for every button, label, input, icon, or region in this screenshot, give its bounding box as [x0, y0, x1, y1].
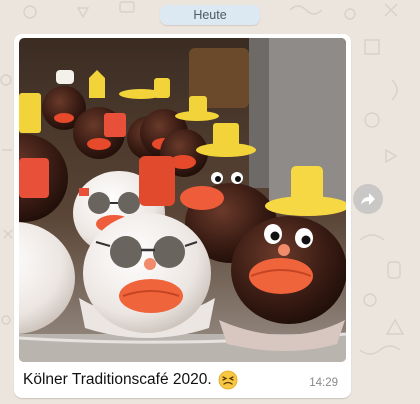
persevering-face-emoji-icon — [218, 370, 238, 390]
forward-button[interactable] — [353, 184, 383, 214]
message-timestamp: 14:29 — [309, 377, 338, 389]
message-caption: Kölner Traditionscafé 2020. — [23, 370, 238, 390]
forward-arrow-icon — [361, 193, 375, 205]
date-separator: Heute — [160, 5, 260, 25]
message-photo[interactable] — [19, 38, 346, 362]
caption-text: Kölner Traditionscafé 2020. — [23, 371, 212, 388]
